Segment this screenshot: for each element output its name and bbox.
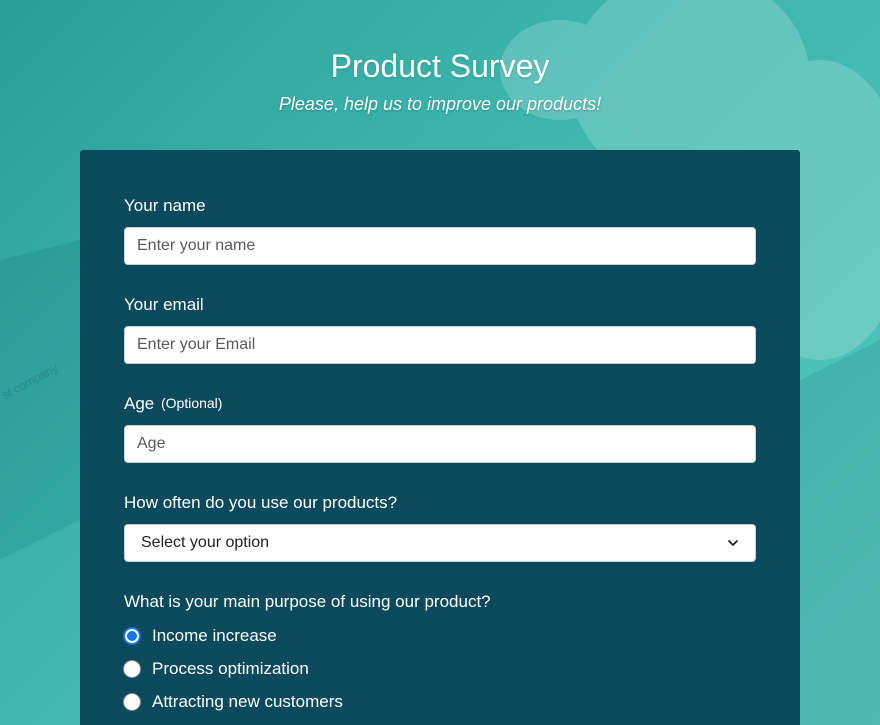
email-label: Your email (124, 295, 204, 314)
age-label-group: Age (Optional) (124, 394, 222, 414)
purpose-label: What is your main purpose of using our p… (124, 592, 491, 611)
survey-header: Product Survey Please, help us to improv… (0, 44, 880, 115)
chevron-down-icon (728, 540, 738, 546)
radio-label: Attracting new customers (152, 692, 343, 711)
age-input[interactable] (124, 425, 756, 463)
survey-page: st company Product Survey Please, help u… (0, 0, 880, 725)
purpose-option-income-increase[interactable]: Income increase (123, 626, 277, 646)
purpose-option-process-optimization[interactable]: Process optimization (123, 659, 309, 679)
age-optional-note: (Optional) (160, 395, 223, 411)
radio-attracting-new-customers[interactable] (123, 693, 141, 711)
radio-process-optimization[interactable] (123, 660, 141, 678)
radio-label: Process optimization (152, 659, 309, 678)
frequency-select-value: Select your option (141, 534, 270, 551)
page-title: Product Survey (330, 48, 550, 84)
radio-label: Income increase (152, 626, 277, 645)
frequency-select[interactable]: Select your option (124, 524, 756, 562)
survey-form-card: Your name Your email Age (Optional) How … (80, 150, 800, 725)
email-input[interactable] (124, 326, 756, 364)
age-label: Age (124, 394, 155, 413)
radio-income-increase[interactable] (123, 627, 141, 645)
page-subtitle: Please, help us to improve our products! (278, 94, 602, 114)
frequency-label: How often do you use our products? (124, 493, 398, 512)
name-label: Your name (124, 196, 206, 215)
purpose-option-attracting-new-customers[interactable]: Attracting new customers (123, 692, 343, 712)
name-input[interactable] (124, 227, 756, 265)
